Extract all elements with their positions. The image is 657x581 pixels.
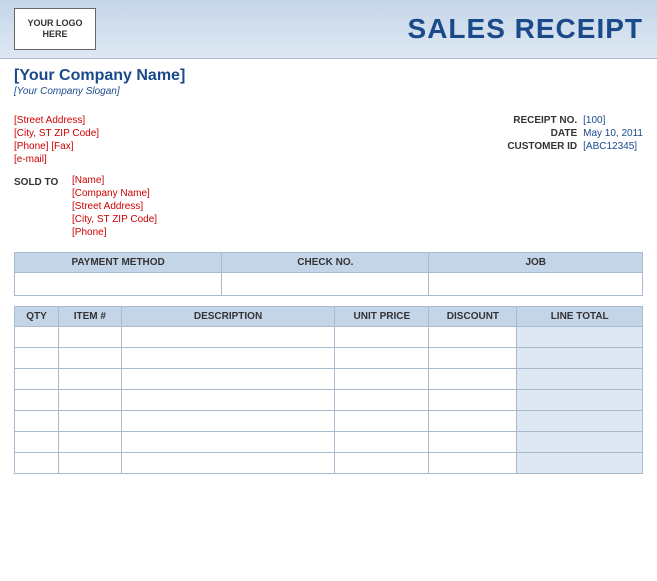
qty-cell xyxy=(15,327,59,348)
left-info: [Street Address] [City, ST ZIP Code] [Ph… xyxy=(14,115,99,165)
customer-value: [ABC12345] xyxy=(583,141,637,152)
date-label: DATE xyxy=(497,128,577,139)
discount-cell xyxy=(429,453,517,474)
unit-price-header: UNIT PRICE xyxy=(335,307,429,327)
payment-method-header: PAYMENT METHOD xyxy=(15,253,222,273)
sold-to-company: [Company Name] xyxy=(72,188,157,199)
unit-price-cell xyxy=(335,411,429,432)
date-value: May 10, 2011 xyxy=(583,128,643,139)
sold-to-label: SOLD TO xyxy=(14,175,62,238)
email: [e-mail] xyxy=(14,154,99,165)
desc-cell xyxy=(121,432,335,453)
company-slogan: [Your Company Slogan] xyxy=(14,86,643,97)
unit-price-cell xyxy=(335,327,429,348)
company-section: [Your Company Name] [Your Company Slogan… xyxy=(0,59,657,111)
line-total-cell xyxy=(517,348,643,369)
discount-cell xyxy=(429,432,517,453)
logo-box: YOUR LOGO HERE xyxy=(14,8,96,50)
sold-to-section: SOLD TO [Name] [Company Name] [Street Ad… xyxy=(0,169,657,244)
unit-price-cell xyxy=(335,369,429,390)
item-cell xyxy=(58,390,121,411)
desc-cell xyxy=(121,453,335,474)
sold-to-name: [Name] xyxy=(72,175,157,186)
sold-to-city: [City, ST ZIP Code] xyxy=(72,214,157,225)
check-no-cell xyxy=(222,273,429,296)
table-row xyxy=(15,453,643,474)
receipt-label: RECEIPT NO. xyxy=(497,115,577,126)
line-total-cell xyxy=(517,453,643,474)
payment-data-row xyxy=(15,273,643,296)
customer-label: CUSTOMER ID xyxy=(497,141,577,152)
items-header-row: QTY ITEM # DESCRIPTION UNIT PRICE DISCOU… xyxy=(15,307,643,327)
city-state-zip: [City, ST ZIP Code] xyxy=(14,128,99,139)
table-row xyxy=(15,432,643,453)
header-bar: YOUR LOGO HERE SALES RECEIPT xyxy=(0,0,657,59)
sold-to-address: [Street Address] xyxy=(72,201,157,212)
line-total-cell xyxy=(517,390,643,411)
line-total-cell xyxy=(517,432,643,453)
table-row xyxy=(15,411,643,432)
item-cell xyxy=(58,453,121,474)
customer-row: CUSTOMER ID [ABC12345] xyxy=(497,141,637,152)
items-table: QTY ITEM # DESCRIPTION UNIT PRICE DISCOU… xyxy=(14,306,643,474)
payment-method-cell xyxy=(15,273,222,296)
qty-cell xyxy=(15,432,59,453)
sold-to-phone: [Phone] xyxy=(72,227,157,238)
page-title: SALES RECEIPT xyxy=(408,13,643,45)
payment-header-row: PAYMENT METHOD CHECK NO. JOB xyxy=(15,253,643,273)
unit-price-cell xyxy=(335,390,429,411)
qty-cell xyxy=(15,411,59,432)
discount-header: DISCOUNT xyxy=(429,307,517,327)
company-name: [Your Company Name] xyxy=(14,67,643,85)
unit-price-cell xyxy=(335,348,429,369)
table-row xyxy=(15,327,643,348)
receipt-number-row: RECEIPT NO. [100] xyxy=(497,115,605,126)
qty-cell xyxy=(15,369,59,390)
discount-cell xyxy=(429,411,517,432)
discount-cell xyxy=(429,390,517,411)
qty-header: QTY xyxy=(15,307,59,327)
unit-price-cell xyxy=(335,453,429,474)
payment-table: PAYMENT METHOD CHECK NO. JOB xyxy=(14,252,643,296)
discount-cell xyxy=(429,348,517,369)
right-info: RECEIPT NO. [100] DATE May 10, 2011 CUST… xyxy=(497,115,643,165)
logo-text: YOUR LOGO HERE xyxy=(15,18,95,40)
info-section: [Street Address] [City, ST ZIP Code] [Ph… xyxy=(0,111,657,169)
date-row: DATE May 10, 2011 xyxy=(497,128,643,139)
item-cell xyxy=(58,369,121,390)
qty-cell xyxy=(15,348,59,369)
qty-cell xyxy=(15,453,59,474)
line-total-header: LINE TOTAL xyxy=(517,307,643,327)
qty-cell xyxy=(15,390,59,411)
desc-cell xyxy=(121,390,335,411)
job-header: JOB xyxy=(429,253,643,273)
table-row xyxy=(15,390,643,411)
desc-cell xyxy=(121,327,335,348)
check-no-header: CHECK NO. xyxy=(222,253,429,273)
desc-cell xyxy=(121,411,335,432)
table-row xyxy=(15,369,643,390)
line-total-cell xyxy=(517,411,643,432)
item-header: ITEM # xyxy=(58,307,121,327)
job-cell xyxy=(429,273,643,296)
line-total-cell xyxy=(517,369,643,390)
unit-price-cell xyxy=(335,432,429,453)
description-header: DESCRIPTION xyxy=(121,307,335,327)
item-cell xyxy=(58,348,121,369)
discount-cell xyxy=(429,369,517,390)
desc-cell xyxy=(121,369,335,390)
phone-fax: [Phone] [Fax] xyxy=(14,141,99,152)
item-cell xyxy=(58,327,121,348)
street-address: [Street Address] xyxy=(14,115,99,126)
desc-cell xyxy=(121,348,335,369)
line-total-cell xyxy=(517,327,643,348)
table-row xyxy=(15,348,643,369)
sold-to-fields: [Name] [Company Name] [Street Address] [… xyxy=(72,175,157,238)
item-cell xyxy=(58,411,121,432)
discount-cell xyxy=(429,327,517,348)
item-cell xyxy=(58,432,121,453)
receipt-value: [100] xyxy=(583,115,605,126)
